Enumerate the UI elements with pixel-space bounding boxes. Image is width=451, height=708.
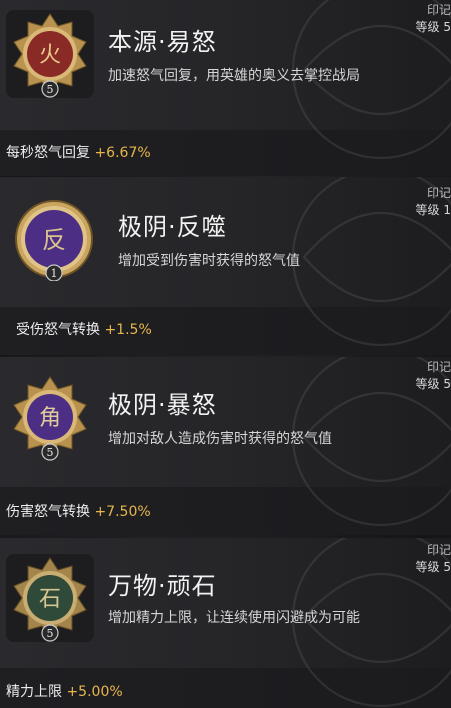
- stat-value: +5.00%: [66, 684, 123, 700]
- level-label: 等级 5: [415, 377, 451, 391]
- buff-stat: 受伤怒气转换 +1.5%: [16, 319, 152, 339]
- mark-label: 印记: [426, 186, 451, 200]
- svg-text:角: 角: [39, 406, 61, 431]
- buff-title: 极阴·反噬: [118, 213, 227, 241]
- buff-description: 加速怒气回复，用英雄的奥义去掌控战局: [108, 68, 360, 84]
- buff-card[interactable]: 反 1 极阴·反噬 增加受到伤害时获得的怒气值 受伤怒气转换 +1.5% 印记 …: [0, 177, 451, 355]
- level-label: 等级 1: [415, 203, 451, 217]
- svg-text:5: 5: [47, 446, 54, 459]
- buff-card[interactable]: 石 5 万物·顽石 增加精力上限，让连续使用闪避成为可能 精力上限 +5.00%…: [0, 538, 451, 708]
- corner-info: 印记 等级 1: [416, 185, 451, 219]
- mark-label: 印记: [426, 543, 451, 557]
- level-label: 等级 5: [415, 560, 451, 574]
- svg-text:5: 5: [47, 627, 54, 640]
- stat-label: 伤害怒气转换: [6, 504, 90, 520]
- stat-label: 每秒怒气回复: [6, 145, 90, 161]
- svg-text:火: 火: [39, 43, 61, 68]
- corner-info: 印记 等级 5: [416, 542, 451, 576]
- buff-card[interactable]: 火 5 本源·易怒 加速怒气回复，用英雄的奥义去掌控战局 每秒怒气回复 +6.6…: [0, 0, 451, 176]
- buff-stat: 伤害怒气转换 +7.50%: [6, 501, 151, 521]
- buff-title: 万物·顽石: [108, 572, 217, 600]
- stat-label: 精力上限: [6, 684, 62, 700]
- buff-description: 增加对敌人造成伤害时获得的怒气值: [108, 431, 332, 447]
- buff-title: 本源·易怒: [108, 28, 217, 56]
- buff-title: 极阴·暴怒: [108, 391, 217, 419]
- corner-info: 印记 等级 5: [416, 359, 451, 393]
- svg-text:反: 反: [42, 226, 66, 254]
- buff-list-screen: 火 5 本源·易怒 加速怒气回复，用英雄的奥义去掌控战局 每秒怒气回复 +6.6…: [0, 0, 451, 708]
- buff-stat: 每秒怒气回复 +6.67%: [6, 142, 151, 162]
- stat-value: +7.50%: [94, 504, 151, 520]
- svg-text:5: 5: [47, 83, 54, 96]
- buff-description: 增加精力上限，让连续使用闪避成为可能: [108, 610, 360, 626]
- mark-label: 印记: [426, 360, 451, 374]
- corner-info: 印记 等级 5: [416, 2, 451, 36]
- mark-label: 印记: [426, 3, 451, 17]
- emblem-icon: 角 5: [6, 373, 94, 461]
- buff-card[interactable]: 角 5 极阴·暴怒 增加对敌人造成伤害时获得的怒气值 伤害怒气转换 +7.50%…: [0, 357, 451, 535]
- stat-value: +6.67%: [94, 145, 151, 161]
- buff-description: 增加受到伤害时获得的怒气值: [118, 253, 300, 269]
- svg-text:石: 石: [39, 587, 61, 612]
- stat-label: 受伤怒气转换: [16, 322, 100, 338]
- emblem-icon: 反 1: [12, 197, 96, 281]
- stat-value: +1.5%: [104, 322, 152, 338]
- emblem-icon: 石 5: [6, 554, 94, 642]
- level-label: 等级 5: [415, 20, 451, 34]
- emblem-icon: 火 5: [6, 10, 94, 98]
- buff-stat: 精力上限 +5.00%: [6, 681, 123, 701]
- svg-text:1: 1: [51, 267, 58, 280]
